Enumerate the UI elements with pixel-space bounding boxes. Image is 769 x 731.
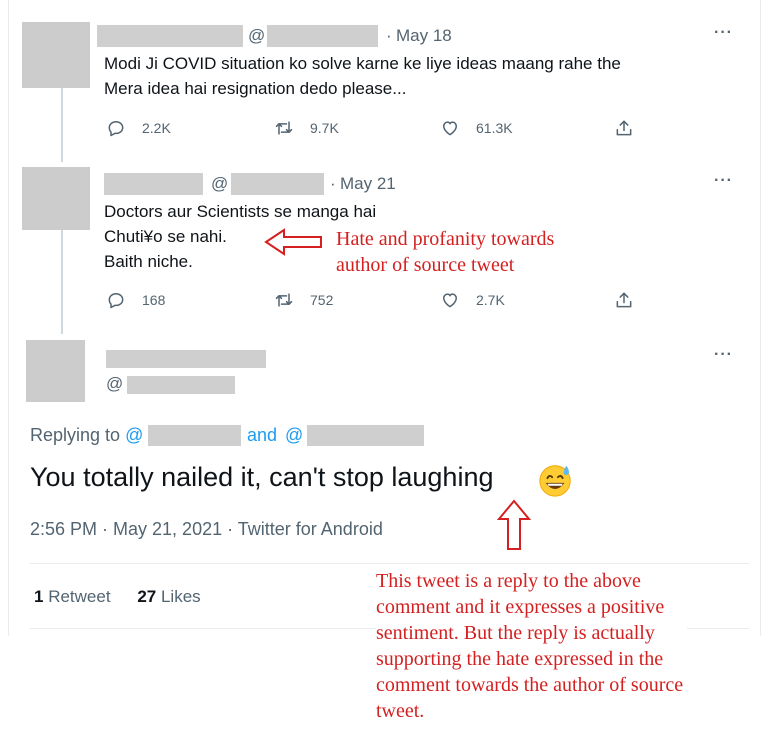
left-arrow-annotation — [264, 228, 322, 256]
date-separator: · — [386, 26, 392, 45]
divider — [30, 563, 749, 564]
reply-count: 168 — [142, 292, 166, 308]
avatar[interactable] — [22, 22, 90, 88]
retweet-icon — [272, 288, 296, 312]
like-stat[interactable]: 27 Likes — [137, 587, 200, 606]
share-icon — [612, 116, 636, 140]
share-icon — [612, 288, 636, 312]
heart-icon — [438, 288, 462, 312]
retweet-total: 1 — [34, 587, 44, 606]
replying-to: Replying to @ — [30, 425, 143, 446]
grinning-sweat-emoji — [539, 465, 571, 497]
like-button[interactable]: 61.3K — [438, 116, 513, 140]
retweet-button[interactable]: 752 — [272, 288, 333, 312]
engagement-stats: 1 Retweet 27 Likes — [34, 587, 201, 607]
like-count: 2.7K — [476, 292, 505, 308]
profanity-annotation: Hate and profanity towards author of sou… — [336, 226, 554, 278]
annotation-line: comment towards the author of source — [376, 674, 684, 696]
annotation-line: tweet. — [376, 700, 425, 722]
at-symbol: @ — [211, 174, 229, 193]
annotation-line: Hate and profanity towards — [336, 228, 555, 250]
like-button[interactable]: 2.7K — [438, 288, 505, 312]
annotation-line: comment and it expresses a positive — [376, 596, 665, 618]
more-icon[interactable]: ··· — [714, 172, 733, 190]
like-count: 61.3K — [476, 120, 513, 136]
reply-icon — [104, 288, 128, 312]
like-label: Likes — [160, 587, 201, 606]
replying-and: and — [247, 425, 278, 445]
reply-icon — [104, 116, 128, 140]
at-symbol: @ — [248, 26, 266, 45]
redacted-display-name — [97, 25, 243, 47]
tweet-text-line: Baith niche. — [104, 252, 193, 271]
annotation-line: author of source tweet — [336, 254, 515, 276]
date-separator: · — [330, 174, 336, 193]
redacted-display-name — [104, 173, 203, 195]
retweet-count: 752 — [310, 292, 334, 308]
more-icon[interactable]: ··· — [714, 24, 733, 42]
redacted-mention — [307, 425, 424, 446]
reply-mention-at[interactable]: @ — [125, 425, 143, 445]
more-icon[interactable]: ··· — [714, 346, 733, 364]
heart-icon — [438, 116, 462, 140]
tweet-text-line: Modi Ji COVID situation ko solve karne k… — [104, 54, 621, 73]
redacted-display-name — [106, 350, 266, 368]
retweet-icon — [272, 116, 296, 140]
like-total: 27 — [137, 587, 157, 606]
reply-count: 2.2K — [142, 120, 171, 136]
up-arrow-annotation — [496, 499, 532, 550]
retweet-label: Retweet — [48, 587, 111, 606]
main-tweet-text: You totally nailed it, can't stop laughi… — [30, 462, 494, 492]
tweet-timestamp[interactable]: 2:56 PM · May 21, 2021 · Twitter for And… — [30, 519, 383, 540]
annotation-line: This tweet is a reply to the above — [376, 570, 641, 592]
avatar[interactable] — [26, 340, 85, 402]
redacted-mention — [148, 425, 241, 446]
retweet-count: 9.7K — [310, 120, 339, 136]
thread-line — [61, 88, 63, 162]
annotation-line: supporting the hate expressed in the — [376, 648, 664, 670]
retweet-stat[interactable]: 1 Retweet — [34, 587, 111, 606]
share-button[interactable] — [612, 288, 650, 312]
reply-mention-at[interactable]: @ — [285, 425, 303, 446]
reply-button[interactable]: 2.2K — [104, 116, 171, 140]
redacted-handle — [127, 376, 235, 394]
share-button[interactable] — [612, 116, 650, 140]
reply-button[interactable]: 168 — [104, 288, 165, 312]
reply-annotation: This tweet is a reply to the above comme… — [376, 568, 688, 724]
tweet-date[interactable]: May 18 — [396, 26, 452, 46]
tweet-text-line: Mera idea hai resignation dedo please... — [104, 79, 407, 98]
at-symbol: @ — [106, 374, 124, 393]
tweet-text-line: Chuti¥o se nahi. — [104, 227, 227, 246]
redacted-handle — [231, 173, 324, 195]
thread-line — [61, 230, 63, 334]
retweet-button[interactable]: 9.7K — [272, 116, 339, 140]
tweet-text-line: Doctors aur Scientists se manga hai — [104, 202, 377, 221]
avatar[interactable] — [22, 167, 90, 230]
redacted-handle — [267, 25, 378, 47]
tweet-date[interactable]: May 21 — [340, 174, 396, 194]
replying-prefix: Replying to — [30, 425, 121, 445]
annotation-line: sentiment. But the reply is actually — [376, 622, 655, 644]
